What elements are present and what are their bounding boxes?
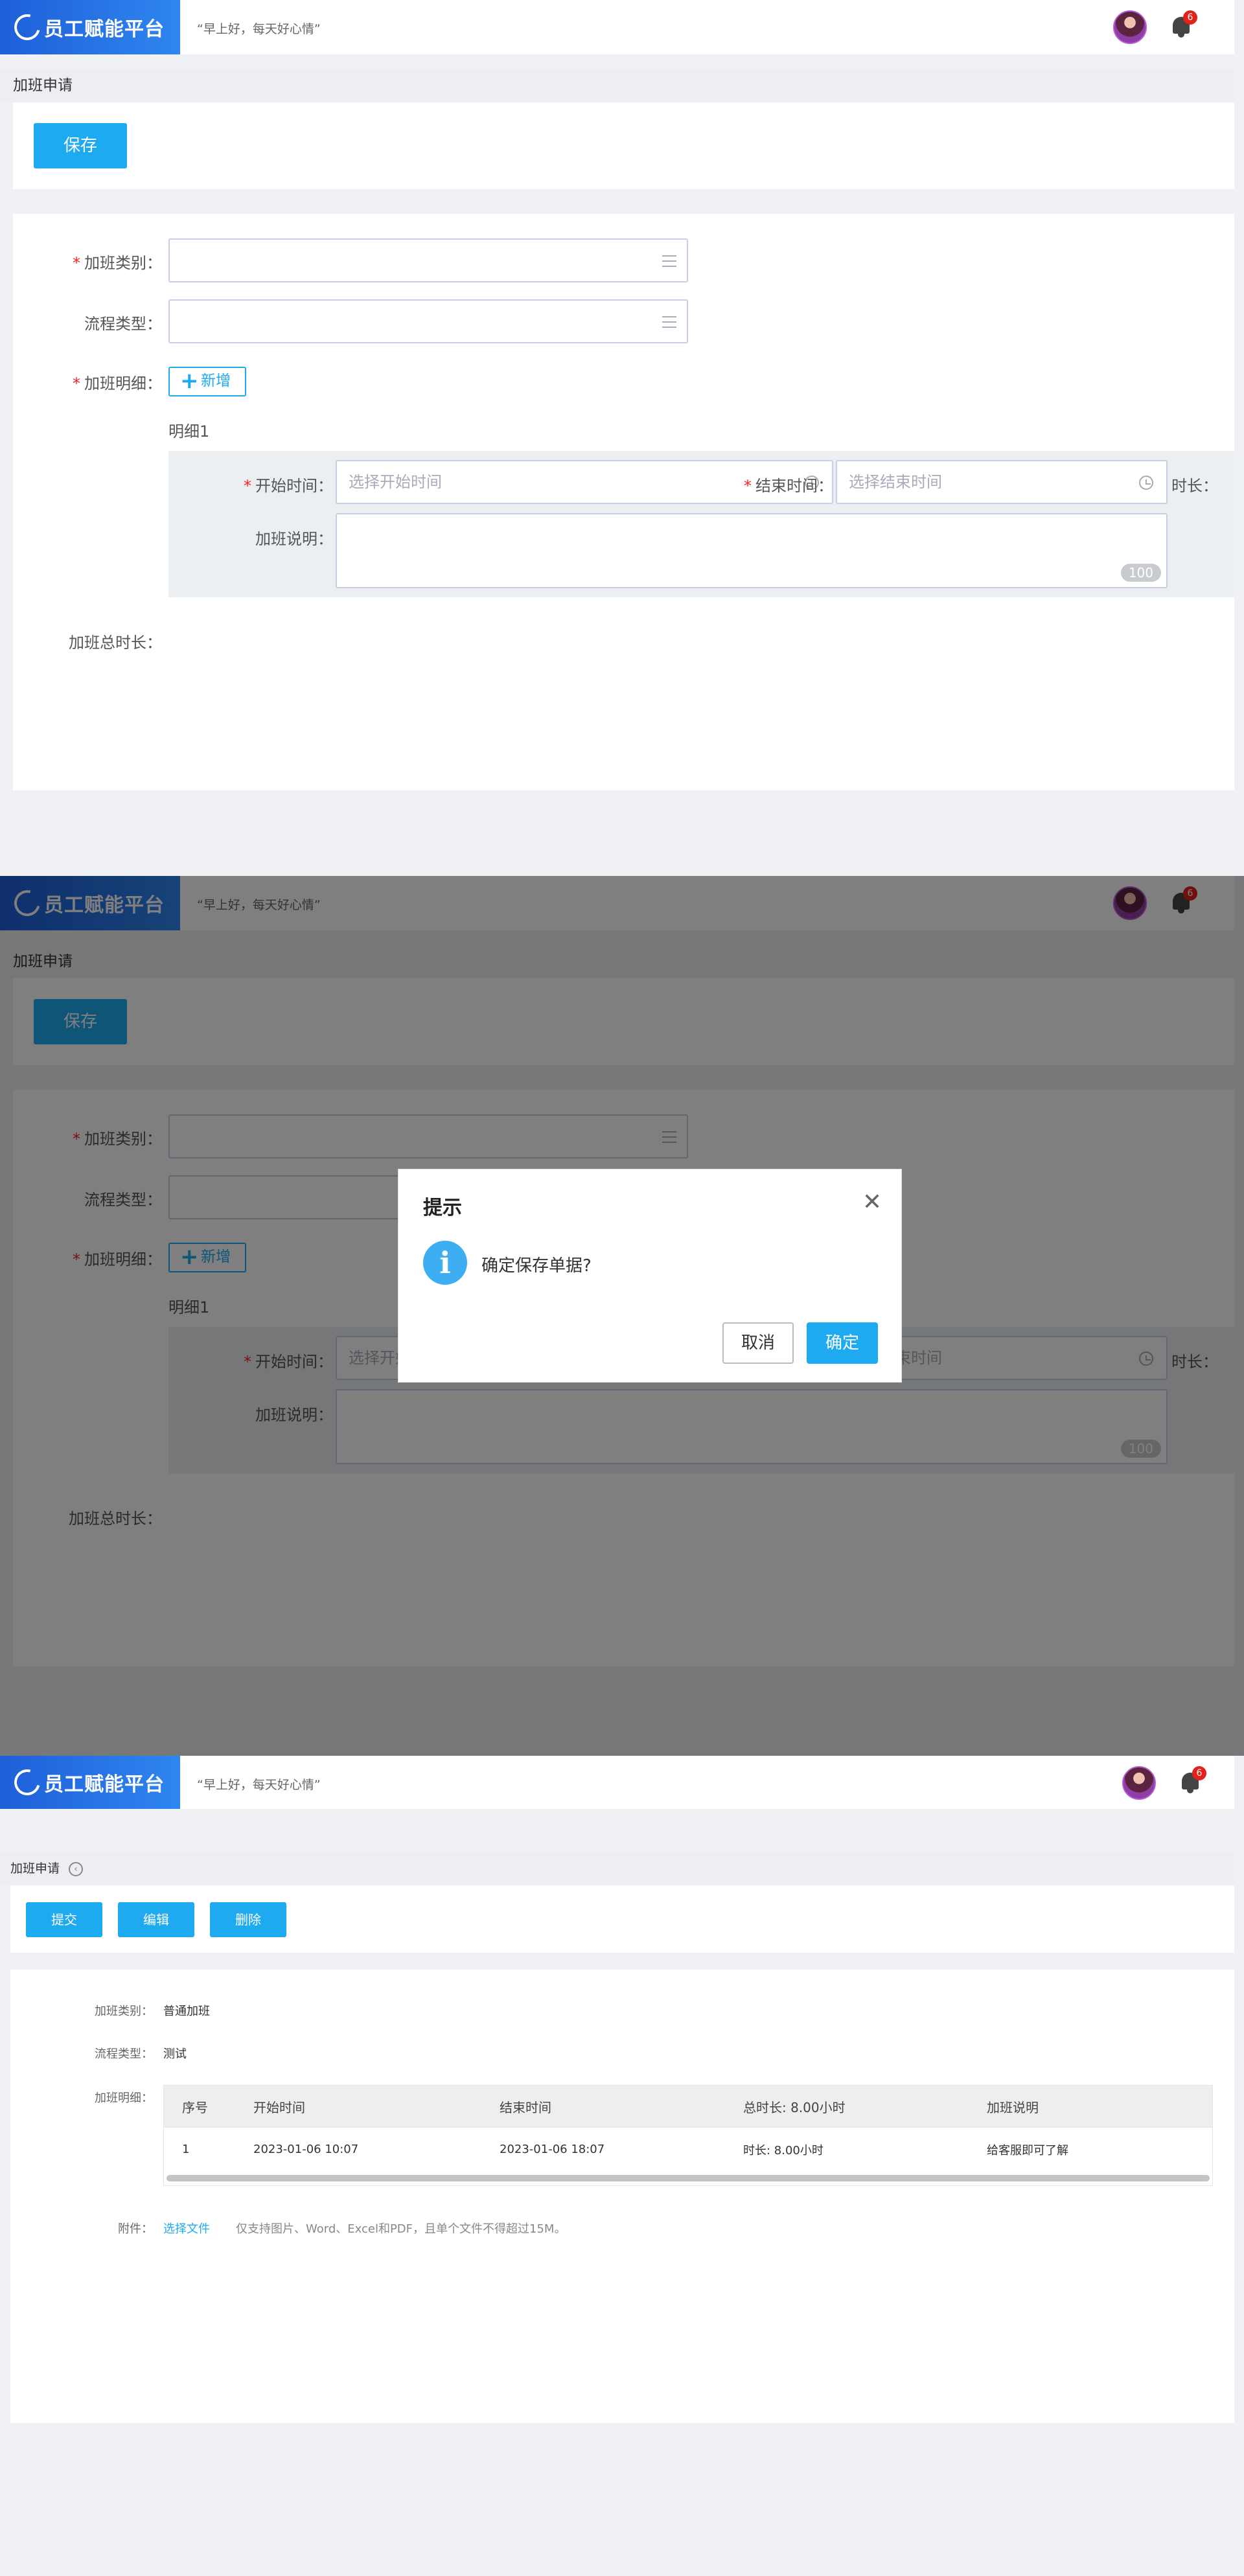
horizontal-scrollbar[interactable] — [167, 2175, 1210, 2181]
process-label: 流程类型： — [84, 315, 162, 333]
process-label: 流程类型： — [95, 2047, 153, 2061]
cell-start-time: 2023-01-06 10:07 — [253, 2143, 359, 2156]
remark-label: 加班说明： — [255, 530, 333, 548]
top-header: 员工赋能平台 “早上好，每天好心情” 6 — [0, 0, 1234, 54]
add-detail-button[interactable]: +新增 — [168, 367, 246, 397]
form-screen: 员工赋能平台 “早上好，每天好心情” 6 加班申请 保存 * 加班类别： 流程类型… — [0, 0, 1244, 876]
detail-title: 明细1 — [168, 422, 210, 441]
greeting-text: “早上好，每天好心情” — [197, 22, 321, 36]
header-total-duration: 总时长: 8.00小时 — [743, 2099, 846, 2115]
header-start-time: 开始时间 — [253, 2099, 305, 2115]
list-icon — [662, 255, 676, 267]
category-select[interactable] — [168, 238, 688, 282]
page-title: 加班申请 — [0, 69, 1234, 102]
brand-name: 员工赋能平台 — [44, 1773, 165, 1796]
dialog-message: 确定保存单据? — [481, 1256, 592, 1276]
page-title-bar: 加班申请 ‹ — [0, 1852, 1234, 1885]
page-title: 加班申请 — [10, 1861, 60, 1876]
duration-label: 时长： — [1171, 477, 1218, 495]
attachment-hint: 仅支持图片、Word、Excel和PDF，且单个文件不得超过15M。 — [236, 2222, 566, 2236]
info-icon: i — [423, 1241, 467, 1285]
submit-button[interactable]: 提交 — [26, 1902, 102, 1937]
toolbar: 保存 — [13, 102, 1234, 189]
start-time-label: *开始时间： — [244, 477, 333, 495]
table-header: 序号 开始时间 结束时间 总时长: 8.00小时 加班说明 — [164, 2086, 1212, 2127]
dialog-title: 提示 — [423, 1197, 462, 1219]
detail-label: 加班明细： — [95, 2091, 153, 2105]
clock-icon — [1139, 476, 1153, 490]
confirm-button[interactable]: 确定 — [807, 1322, 878, 1364]
category-label: *加班类别： — [73, 254, 162, 272]
category-label: 加班类别： — [95, 2005, 153, 2018]
brand-name: 员工赋能平台 — [44, 18, 165, 41]
toolbar: 提交 编辑 删除 — [10, 1885, 1234, 1953]
avatar[interactable] — [1113, 10, 1147, 44]
remark-textarea[interactable]: 100 — [336, 513, 1168, 588]
notification-badge: 6 — [1183, 10, 1197, 25]
back-icon[interactable]: ‹ — [69, 1861, 84, 1876]
table-row[interactable]: 1 2023-01-06 10:07 2023-01-06 18:07 时长: … — [164, 2127, 1212, 2171]
bell-icon[interactable]: 6 — [1170, 10, 1197, 39]
plus-icon: + — [180, 368, 199, 394]
bell-icon[interactable]: 6 — [1179, 1766, 1206, 1795]
avatar[interactable] — [1122, 1766, 1156, 1800]
select-file-link[interactable]: 选择文件 — [163, 2220, 210, 2237]
process-value: 测试 — [163, 2047, 187, 2061]
close-icon[interactable]: ✕ — [862, 1189, 882, 1215]
confirm-dialog: 提示 ✕ i 确定保存单据? 取消 确定 — [398, 1169, 902, 1383]
brand-logo[interactable]: 员工赋能平台 — [0, 1756, 180, 1809]
category-value: 普通加班 — [163, 2005, 210, 2018]
confirm-screen: 员工赋能平台 “早上好，每天好心情” 6 加班申请 保存 *加班类别： 流程类型… — [0, 876, 1244, 1756]
form-panel: *加班类别： 流程类型： *加班明细： +新增 明细1 *开始时间： 选择开始时… — [13, 214, 1234, 790]
attachment-label: 附件： — [118, 2222, 153, 2236]
char-count: 100 — [1120, 564, 1161, 582]
detail-screen: 员工赋能平台 “早上好，每天好心情” 6 加班申请 ‹ 提交 编辑 删除 加班类… — [0, 1756, 1244, 2576]
header-end-time: 结束时间 — [500, 2099, 551, 2115]
greeting-text: “早上好，每天好心情” — [197, 1778, 321, 1792]
detail-panel: 加班类别： 普通加班 流程类型： 测试 加班明细： 序号 开始时间 结束时间 总… — [10, 1970, 1234, 2423]
process-select[interactable] — [168, 299, 688, 343]
header-remark: 加班说明 — [987, 2099, 1039, 2115]
detail-box: *开始时间： 选择开始时间 *结束时间： 选择结束时间 时长： 加班说明： 10… — [168, 451, 1234, 597]
notification-badge: 6 — [1192, 1766, 1206, 1780]
end-time-label: *结束时间： — [744, 477, 833, 495]
end-time-input[interactable]: 选择结束时间 — [836, 460, 1168, 504]
cell-end-time: 2023-01-06 18:07 — [500, 2143, 605, 2156]
logo-icon — [9, 9, 45, 45]
top-header: 员工赋能平台 “早上好，每天好心情” 6 — [0, 1756, 1234, 1809]
edit-button[interactable]: 编辑 — [118, 1902, 194, 1937]
delete-button[interactable]: 删除 — [210, 1902, 286, 1937]
cell-index: 1 — [182, 2143, 190, 2156]
save-button[interactable]: 保存 — [34, 123, 127, 168]
detail-table: 序号 开始时间 结束时间 总时长: 8.00小时 加班说明 1 2023-01-… — [163, 2085, 1213, 2186]
cancel-button[interactable]: 取消 — [722, 1322, 794, 1364]
cell-duration: 时长: 8.00小时 — [743, 2143, 824, 2157]
detail-label: *加班明细： — [73, 374, 162, 393]
logo-icon — [9, 1764, 45, 1800]
cell-remark: 给客服即可了解 — [987, 2143, 1068, 2157]
total-duration-label: 加班总时长： — [69, 634, 162, 652]
list-icon — [662, 316, 676, 328]
brand-logo[interactable]: 员工赋能平台 — [0, 0, 180, 54]
header-index: 序号 — [182, 2099, 208, 2115]
